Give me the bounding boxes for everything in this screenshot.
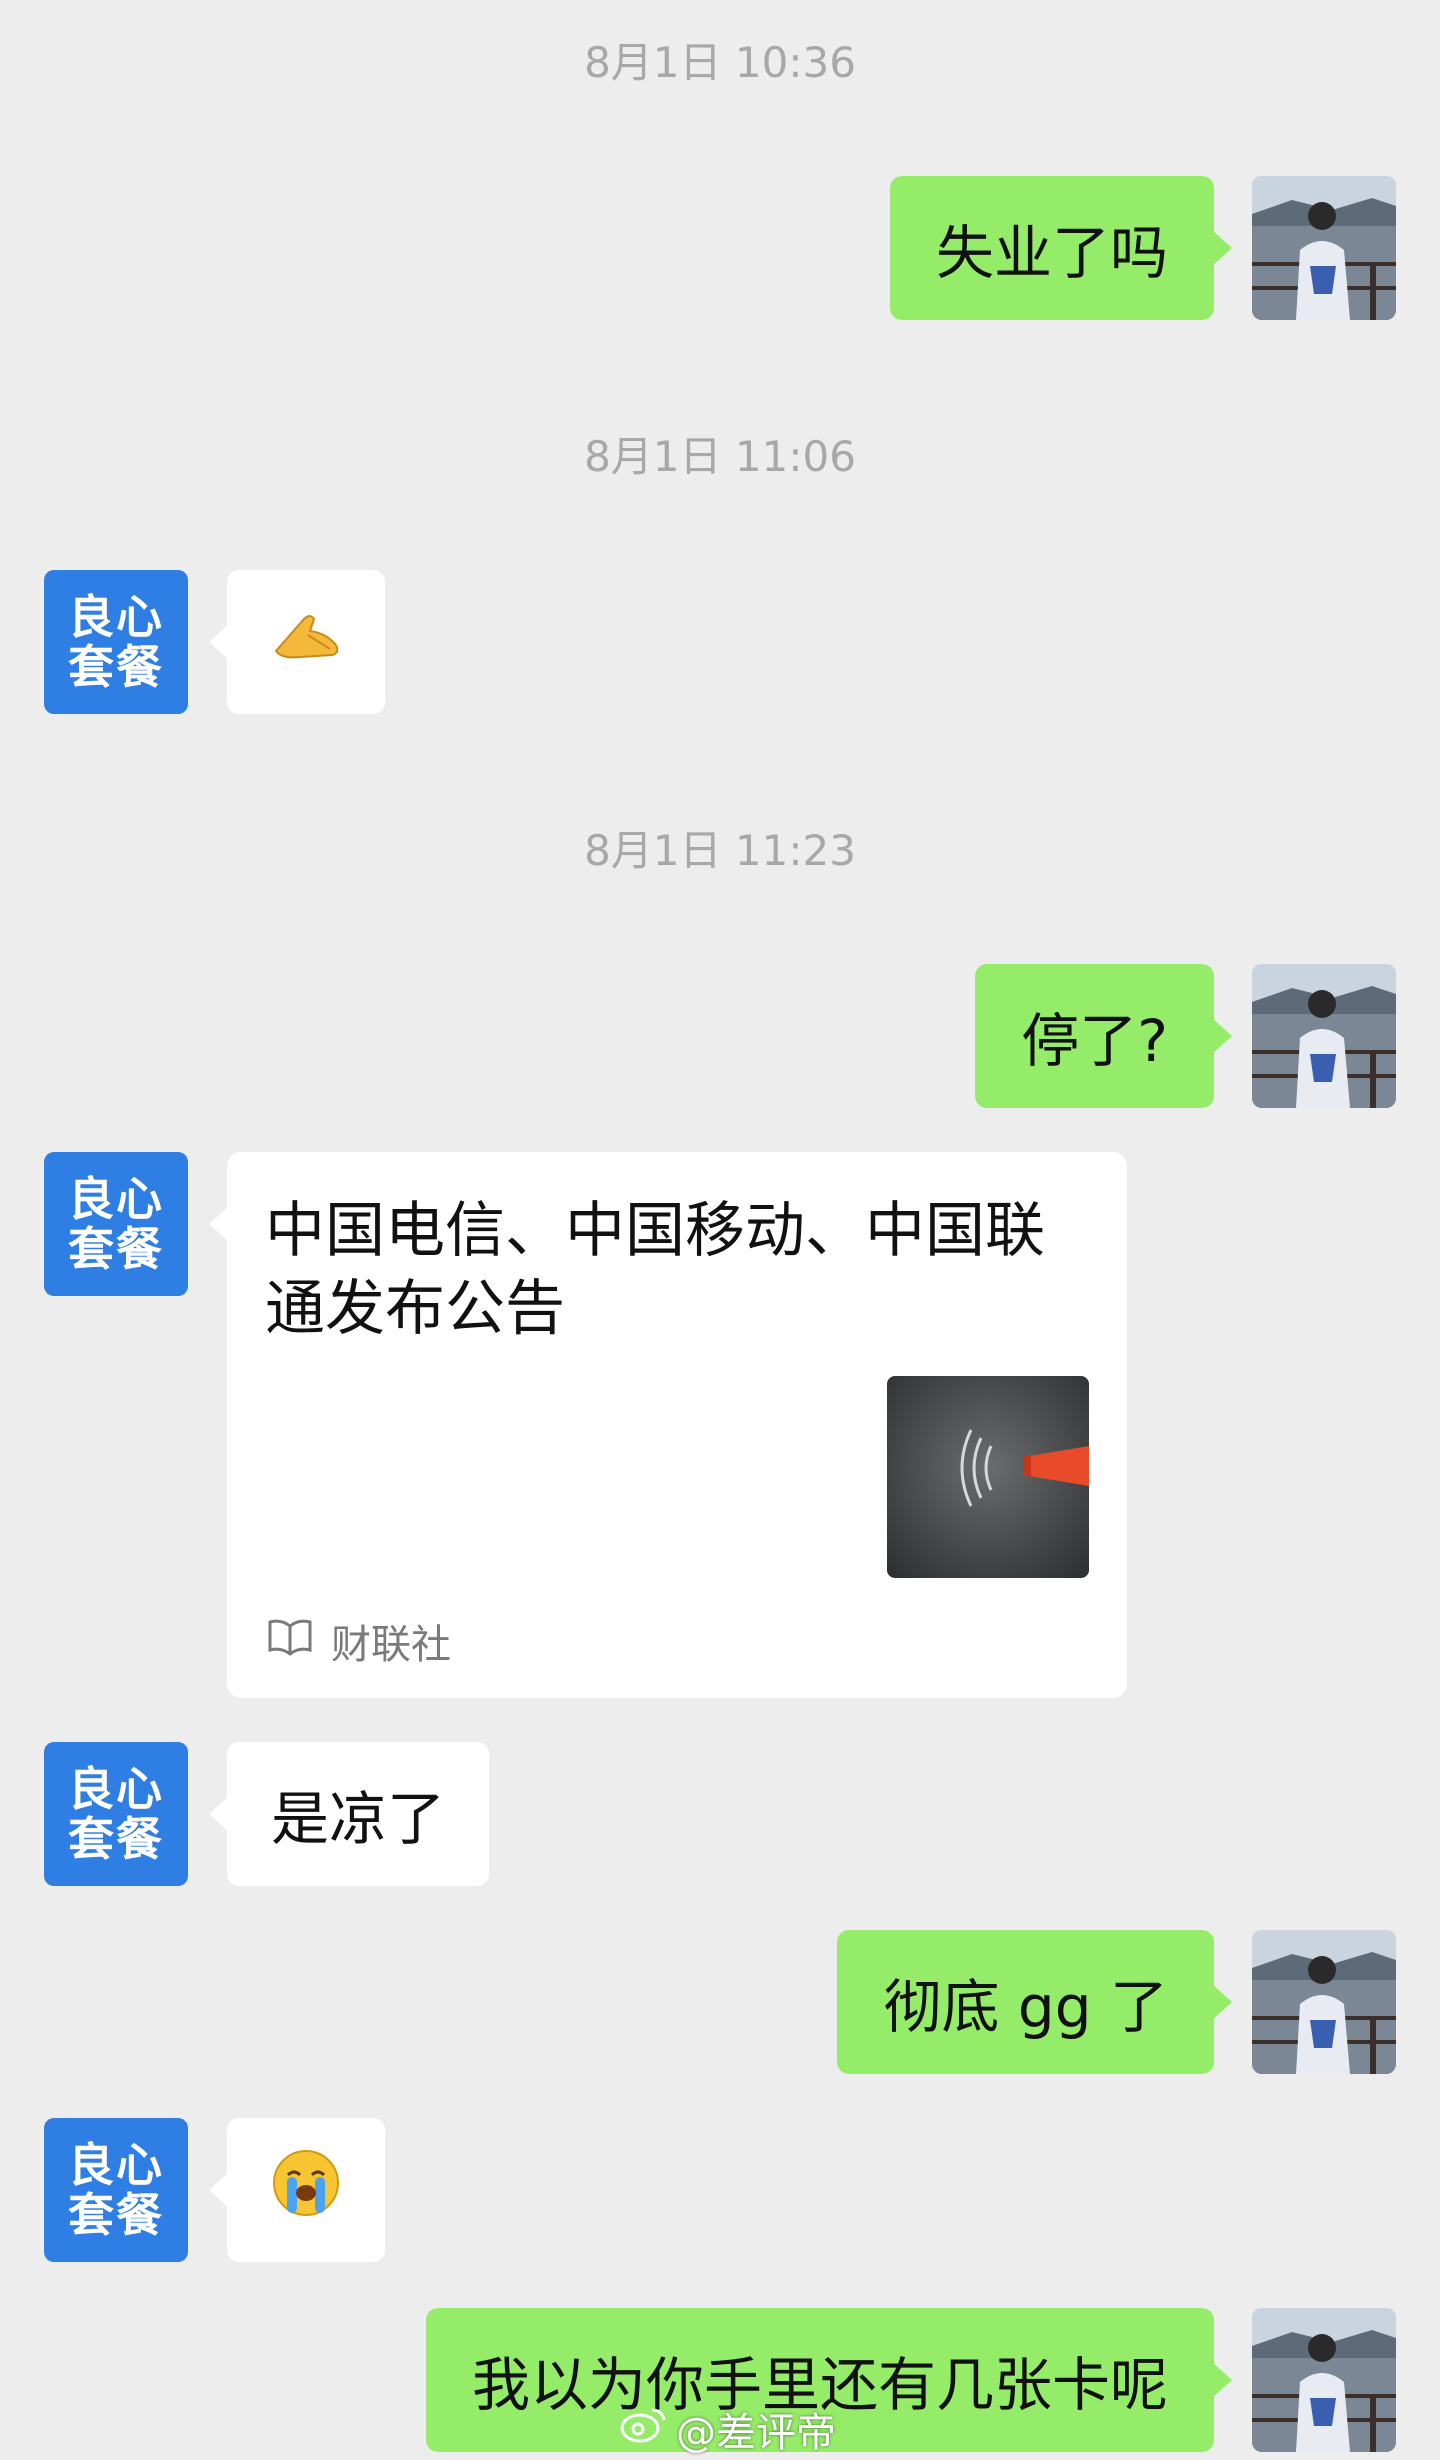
avatar-text-line2: 套餐 xyxy=(68,2188,164,2242)
user-avatar[interactable] xyxy=(1252,964,1396,1108)
contact-avatar[interactable]: 良心 套餐 xyxy=(44,570,188,714)
message-text: 停了? xyxy=(1021,1007,1168,1075)
weibo-icon xyxy=(620,2404,668,2454)
contact-avatar[interactable]: 良心 套餐 xyxy=(44,1152,188,1296)
avatar-text-line1: 良心 xyxy=(68,1172,164,1226)
avatar-text-line2: 套餐 xyxy=(68,1222,164,1276)
timestamp: 8月1日 10:36 xyxy=(584,38,856,87)
timestamp: 8月1日 11:06 xyxy=(584,432,856,481)
crying-face-emoji-icon xyxy=(270,2147,342,2233)
link-card-source: 财联社 xyxy=(331,1622,451,1668)
contact-avatar[interactable]: 良心 套餐 xyxy=(44,2118,188,2262)
message-bubble-outgoing[interactable]: 彻底 gg 了 xyxy=(837,1930,1232,2074)
message-text: 失业了吗 xyxy=(935,219,1168,287)
message-bubble-outgoing[interactable]: 停了? xyxy=(975,964,1232,1108)
book-icon xyxy=(267,1616,313,1666)
hand-emoji-icon xyxy=(270,605,342,680)
link-card-thumbnail xyxy=(887,1376,1089,1578)
avatar-text-line1: 良心 xyxy=(68,1762,164,1816)
message-bubble-incoming[interactable]: 是凉了 xyxy=(208,1742,490,1886)
avatar-text-line1: 良心 xyxy=(68,2138,164,2192)
avatar-text-line2: 套餐 xyxy=(68,1812,164,1866)
link-card-title: 中国电信、中国移动、中国联通发布公告 xyxy=(265,1196,1045,1344)
contact-avatar[interactable]: 良心 套餐 xyxy=(44,1742,188,1886)
avatar-text-line1: 良心 xyxy=(68,590,164,644)
message-bubble-incoming[interactable] xyxy=(209,570,385,714)
watermark-text: @差评帝 xyxy=(676,2410,836,2456)
message-bubble-outgoing[interactable]: 失业了吗 xyxy=(889,176,1233,320)
message-bubble-incoming[interactable] xyxy=(209,2118,385,2262)
watermark: @差评帝 xyxy=(620,2400,836,2458)
message-text: 是凉了 xyxy=(271,1785,446,1853)
user-avatar[interactable] xyxy=(1252,1930,1396,2074)
user-avatar[interactable] xyxy=(1252,176,1396,320)
message-text: 彻底 gg 了 xyxy=(883,1973,1168,2041)
avatar-text-line2: 套餐 xyxy=(68,640,164,694)
user-avatar[interactable] xyxy=(1252,2308,1396,2452)
link-card[interactable]: 中国电信、中国移动、中国联通发布公告 财联社 xyxy=(209,1152,1127,1698)
timestamp: 8月1日 11:23 xyxy=(584,826,856,875)
